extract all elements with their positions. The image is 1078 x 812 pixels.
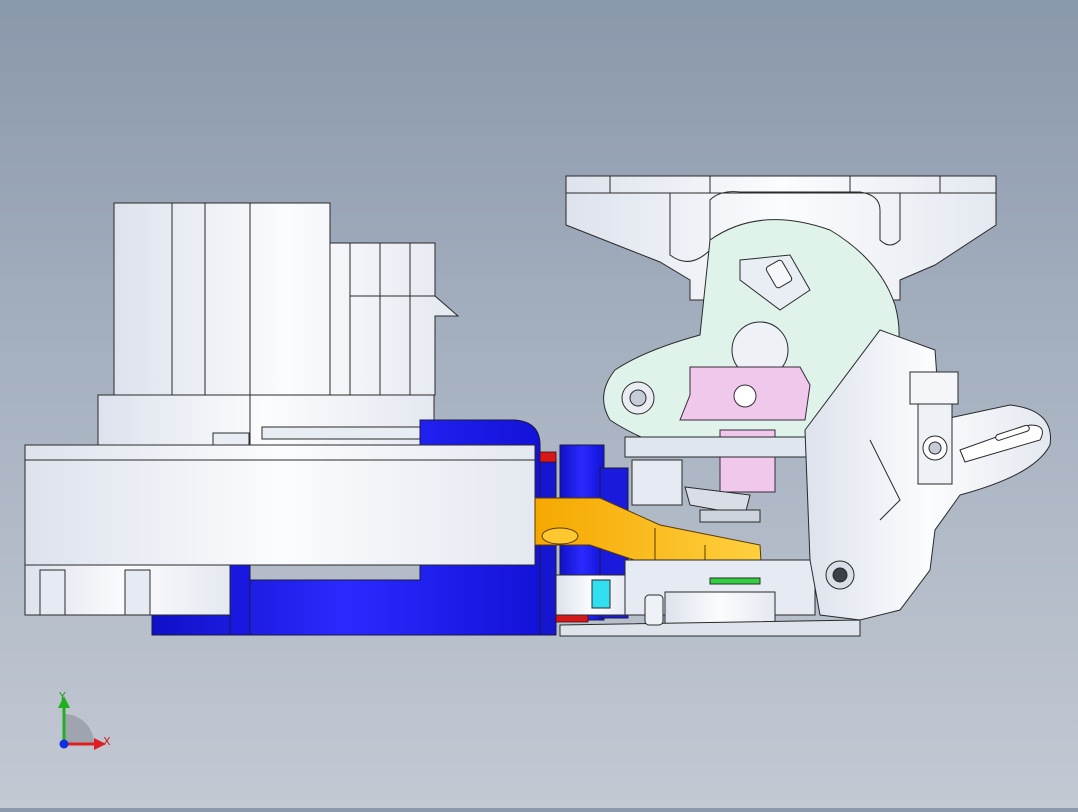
triad-origin <box>59 739 69 749</box>
cross-shaft <box>624 436 811 523</box>
x-axis-label: X <box>103 735 111 748</box>
cad-model-view: Y X <box>24 175 1051 750</box>
cad-viewport[interactable]: Y X <box>0 0 1078 808</box>
coordinate-triad: Y X <box>58 690 111 750</box>
y-axis-label: Y <box>58 690 66 703</box>
triad-quadrant <box>64 714 94 744</box>
motor-housing <box>97 202 460 446</box>
